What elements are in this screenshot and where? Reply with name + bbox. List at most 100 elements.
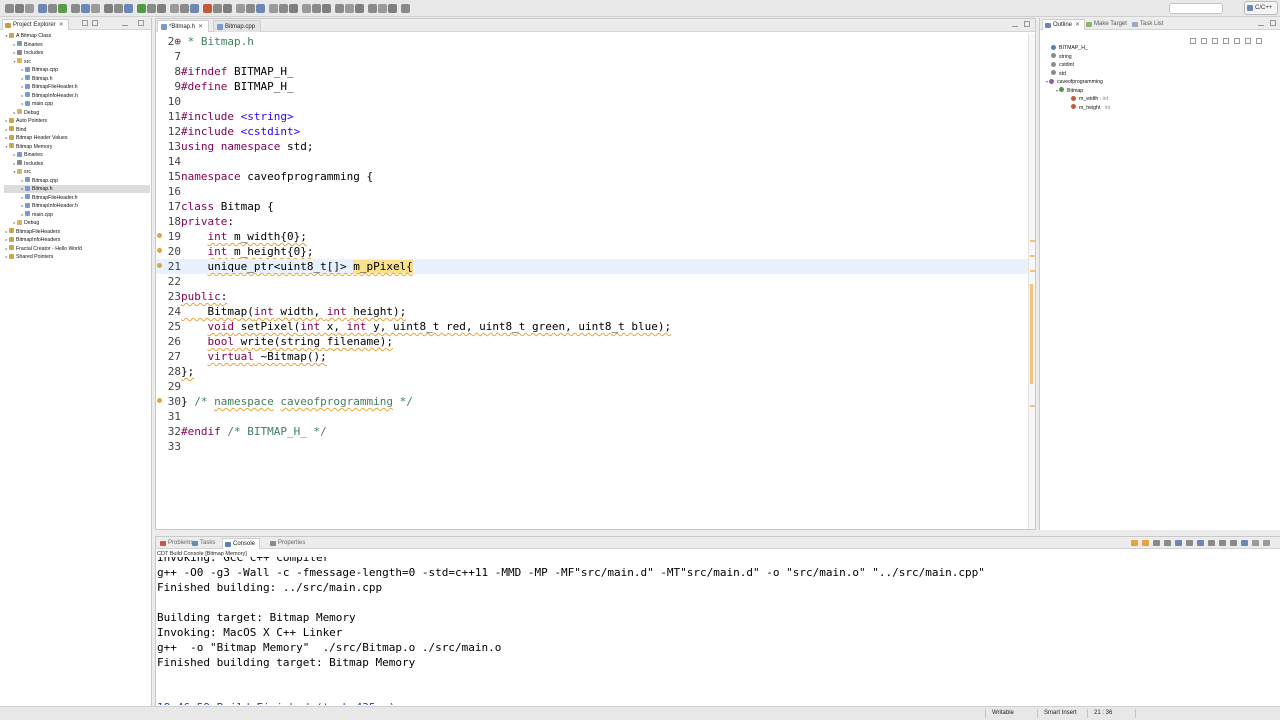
code-line[interactable]: 30} /* namespace caveofprogramming */ [156, 394, 1028, 409]
suspend-icon[interactable] [269, 4, 278, 13]
tree-item[interactable]: ▸ main.cpp [4, 100, 150, 108]
display-console-icon[interactable] [1175, 540, 1182, 546]
code-line[interactable]: 11 #include <string> [156, 109, 1028, 124]
code-line[interactable]: 33 [156, 439, 1028, 454]
tree-item[interactable]: ▸ BitmapFileHeader.h [4, 194, 150, 202]
code-line[interactable]: 21 unique_ptr<uint8_t[]> m_pPixel{ [156, 259, 1028, 274]
code-line[interactable]: 15 namespace caveofprogramming { [156, 169, 1028, 184]
run-icon[interactable] [137, 4, 146, 13]
code-line[interactable]: 2⊕ * Bitmap.h [156, 34, 1028, 49]
outline-item[interactable]: m_height : int [1066, 104, 1110, 112]
debug-icon[interactable] [58, 4, 67, 13]
close-icon[interactable]: ✕ [198, 24, 203, 30]
expand-twisty-icon[interactable]: ▾ [1056, 88, 1058, 93]
tree-item[interactable]: ▸ Includes [4, 49, 150, 57]
paste-icon[interactable] [1208, 540, 1215, 546]
editor-tab-bitmap-h[interactable]: *Bitmap.h ✕ [157, 20, 210, 32]
tree-item[interactable]: ▸ BitmapFileHeaders [4, 228, 150, 236]
tree-item[interactable]: ▾ A Bitmap Class [4, 32, 150, 40]
code-line[interactable]: 10 [156, 94, 1028, 109]
editor-tab-bitmap-cpp[interactable]: Bitmap.cpp [213, 20, 262, 32]
quick-access-input[interactable] [1169, 3, 1223, 14]
open-element-icon[interactable] [114, 4, 123, 13]
code-line[interactable]: 22 [156, 274, 1028, 289]
tree-item[interactable]: ▸ BitmapInfoHeaders [4, 236, 150, 244]
forward-icon[interactable] [190, 4, 199, 13]
new-class-icon[interactable] [124, 4, 133, 13]
code-line[interactable]: 14 [156, 154, 1028, 169]
back-history-icon[interactable] [378, 4, 387, 13]
outline-item[interactable]: cstdint [1046, 61, 1074, 69]
pin-console-icon[interactable] [1131, 540, 1138, 546]
code-line[interactable]: 12 #include <cstdint> [156, 124, 1028, 139]
minimize-icon[interactable] [122, 20, 128, 26]
code-line[interactable]: 24 Bitmap(int width, int height); [156, 304, 1028, 319]
tab-properties[interactable]: Properties [268, 538, 309, 549]
tree-item[interactable]: ▸ Binaries [4, 41, 150, 49]
code-line[interactable]: 8 #ifndef BITMAP_H_ [156, 64, 1028, 79]
link-editor-icon[interactable] [92, 20, 98, 26]
tree-item[interactable]: ▸ Shared Pointers [4, 253, 150, 261]
copy-icon[interactable] [1197, 540, 1204, 546]
tab-make-target[interactable]: Make Target [1084, 19, 1131, 30]
maximize-icon[interactable] [1024, 21, 1030, 27]
code-line[interactable]: 31 [156, 409, 1028, 424]
tree-item[interactable]: ▸ Bitmap Header Values [4, 134, 150, 142]
code-line[interactable]: 7 [156, 49, 1028, 64]
code-line[interactable]: 29 [156, 379, 1028, 394]
toggle-mark-icon[interactable] [157, 4, 166, 13]
code-line[interactable]: 32 #endif /* BITMAP_H_ */ [156, 424, 1028, 439]
tab-outline[interactable]: Outline ✕ [1042, 19, 1086, 30]
view-menu-icon[interactable] [1256, 38, 1262, 44]
tab-console[interactable]: Console [222, 538, 261, 549]
outline-item[interactable]: std [1046, 70, 1066, 78]
tree-item[interactable]: ▸ Bitmap.cpp [4, 66, 150, 74]
tree-item[interactable]: ▸ Includes [4, 160, 150, 168]
tree-item[interactable]: ▾ Bitmap Memory [4, 143, 150, 151]
code-line[interactable]: 18 private: [156, 214, 1028, 229]
ruler-scroll-thumb[interactable] [1030, 284, 1033, 384]
code-editor[interactable]: 2⊕ * Bitmap.h 7 8 #ifndef BITMAP_H_ 9 #define… [156, 34, 1035, 529]
code-line[interactable]: 20 int m_height{0}; [156, 244, 1028, 259]
code-line[interactable]: 13 using namespace std; [156, 139, 1028, 154]
outline-item[interactable]: BITMAP_H_ [1046, 44, 1088, 52]
code-line[interactable]: 16 [156, 184, 1028, 199]
tree-item[interactable]: ▸ BitmapInfoHeader.h [4, 92, 150, 100]
last-edit-icon[interactable] [368, 4, 377, 13]
outline-item[interactable]: string [1046, 53, 1072, 61]
minimize-icon[interactable] [1012, 21, 1018, 27]
collapse-all-icon[interactable] [82, 20, 88, 26]
link-editor-icon[interactable] [1245, 38, 1251, 44]
stop-icon[interactable] [203, 4, 212, 13]
drop-icon[interactable] [322, 4, 331, 13]
outline-item[interactable]: m_width : int [1066, 95, 1108, 103]
tree-item[interactable]: ▸ Bind [4, 126, 150, 134]
hide-non-public-icon[interactable] [1223, 38, 1229, 44]
word-wrap-icon[interactable] [1164, 540, 1171, 546]
overview-ruler[interactable] [1028, 34, 1035, 529]
tree-item[interactable]: ▸ Bitmap.cpp [4, 177, 150, 185]
external-tools-icon[interactable] [147, 4, 156, 13]
tree-item[interactable]: ▸ Fractal Creator - Hello World [4, 245, 150, 253]
step-into-icon[interactable] [289, 4, 298, 13]
tree-item[interactable]: ▸ Debug [4, 219, 150, 227]
maximize-icon[interactable] [138, 20, 144, 26]
pin-icon[interactable] [213, 4, 222, 13]
edit-icon[interactable] [355, 4, 364, 13]
tab-tasks[interactable]: Tasks [190, 538, 219, 549]
tree-item[interactable]: ▸ Bitmap.h [4, 75, 150, 83]
code-line[interactable]: 19 int m_width{0}; [156, 229, 1028, 244]
back-icon[interactable] [180, 4, 189, 13]
tree-item[interactable]: ▸ Bitmap.h [4, 185, 150, 193]
step-over-icon[interactable] [302, 4, 311, 13]
maximize-icon[interactable] [1263, 540, 1270, 546]
save-all-icon[interactable] [25, 4, 34, 13]
build-icon[interactable] [48, 4, 57, 13]
more-icon[interactable] [401, 4, 410, 13]
link-icon[interactable] [345, 4, 354, 13]
code-line[interactable]: 9 #define BITMAP_H_ [156, 79, 1028, 94]
view-menu-icon[interactable] [1241, 540, 1248, 546]
scroll-lock-icon[interactable] [1142, 540, 1149, 546]
clear-console-icon[interactable] [1153, 540, 1160, 546]
sort-icon[interactable] [1190, 38, 1196, 44]
